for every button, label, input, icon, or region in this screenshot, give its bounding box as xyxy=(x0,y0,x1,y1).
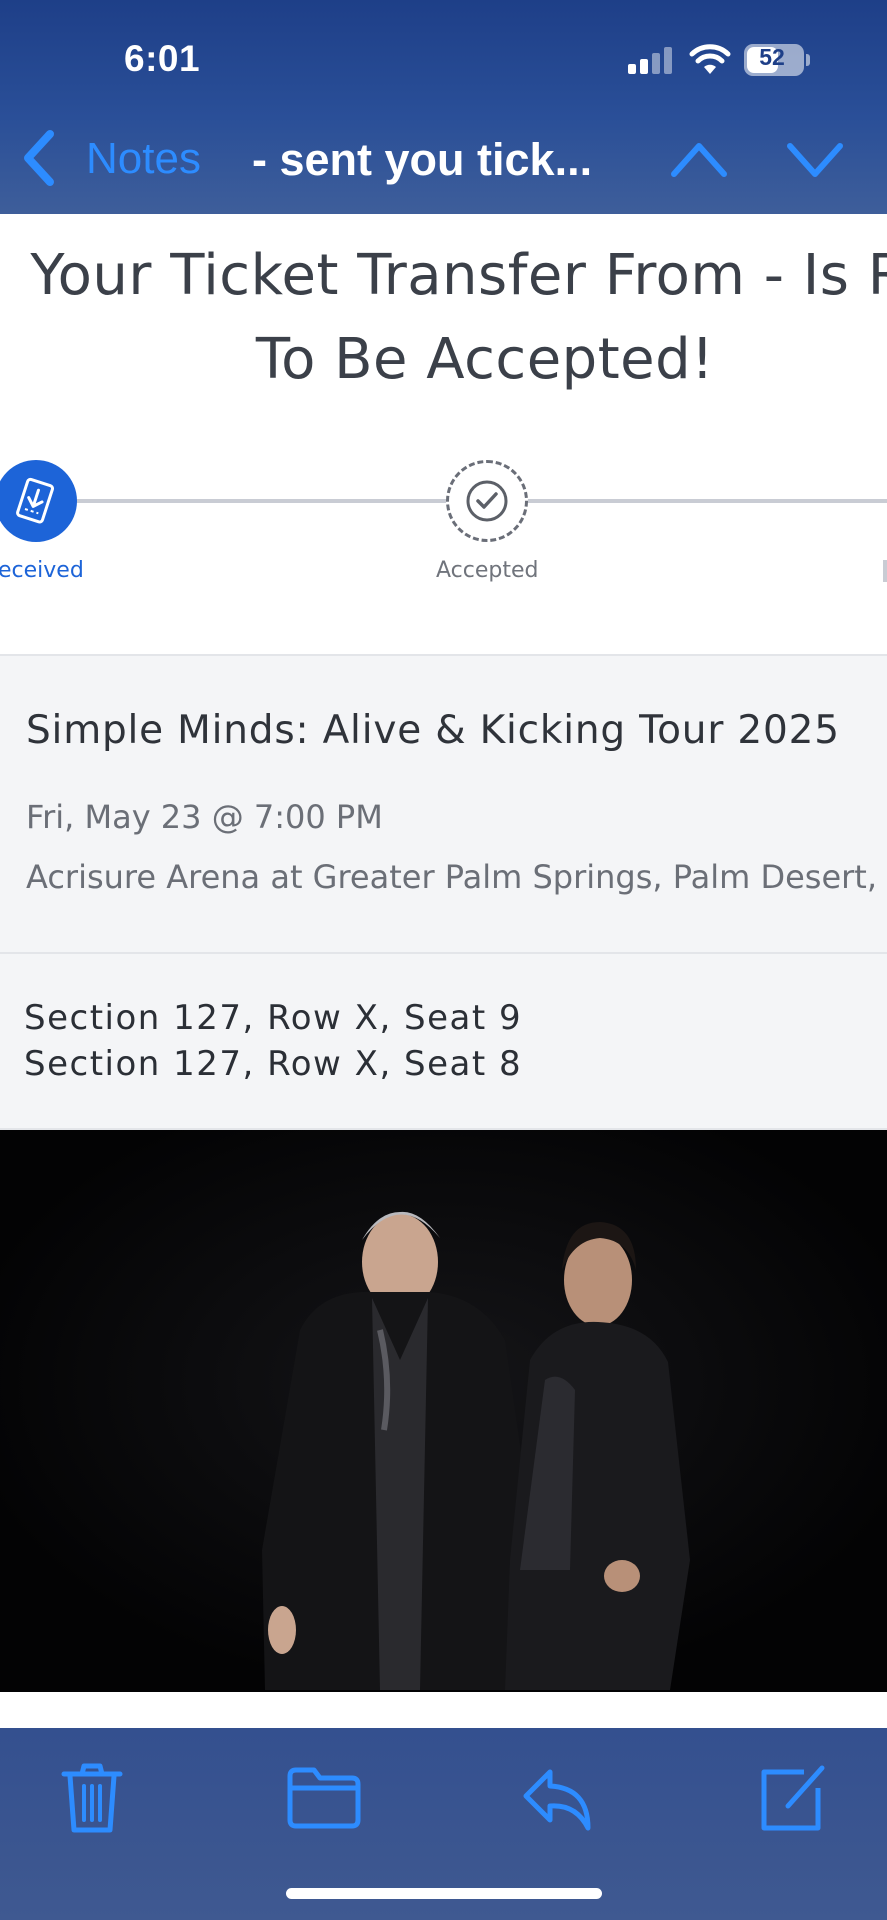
headline-line-1: Your Ticket Transfer From - Is Re xyxy=(30,243,887,308)
battery-icon: 52 xyxy=(744,44,804,76)
event-details-card: Simple Minds: Alive & Kicking Tour 2025 … xyxy=(0,654,887,954)
step-next-partial xyxy=(883,560,887,582)
chevron-left-icon[interactable] xyxy=(16,128,62,188)
chevron-down-icon[interactable] xyxy=(784,136,846,182)
step-received-label: eceived xyxy=(0,558,84,583)
seat-line: Section 127, Row X, Seat 9 xyxy=(24,998,523,1038)
home-indicator[interactable] xyxy=(286,1888,602,1899)
step-received xyxy=(0,460,77,542)
event-venue: Acrisure Arena at Greater Palm Springs, … xyxy=(26,858,887,896)
step-accepted xyxy=(446,460,528,542)
step-accepted-label: Accepted xyxy=(436,558,539,583)
battery-level: 52 xyxy=(759,44,785,70)
event-name: Simple Minds: Alive & Kicking Tour 2025 xyxy=(26,708,840,753)
cellular-signal-icon xyxy=(628,46,674,74)
seat-line: Section 127, Row X, Seat 8 xyxy=(24,1044,523,1084)
reply-icon[interactable] xyxy=(518,1758,598,1838)
email-headline: Your Ticket Transfer From - Is Re To Be … xyxy=(0,234,887,402)
check-circle-icon xyxy=(466,480,508,522)
headline-line-2: To Be Accepted! xyxy=(255,327,715,392)
trash-icon[interactable] xyxy=(52,1758,132,1838)
back-button-notes[interactable]: Notes xyxy=(86,134,201,184)
battery-nub xyxy=(806,54,810,66)
compose-icon[interactable] xyxy=(752,1758,832,1838)
ticket-icon xyxy=(16,477,55,524)
event-date: Fri, May 23 @ 7:00 PM xyxy=(26,798,383,836)
seats-card: Section 127, Row X, Seat 9 Section 127, … xyxy=(0,954,887,1130)
event-artist-photo xyxy=(0,1130,887,1692)
chevron-up-icon[interactable] xyxy=(668,136,730,182)
message-subject-title: - sent you tick... xyxy=(252,134,593,185)
email-body[interactable]: Your Ticket Transfer From - Is Re To Be … xyxy=(0,214,887,1694)
status-time: 6:01 xyxy=(124,38,201,79)
top-bar: 6:01 52 Notes - sent you tick... xyxy=(0,0,887,214)
wifi-icon xyxy=(689,44,731,74)
folder-icon[interactable] xyxy=(284,1758,364,1838)
